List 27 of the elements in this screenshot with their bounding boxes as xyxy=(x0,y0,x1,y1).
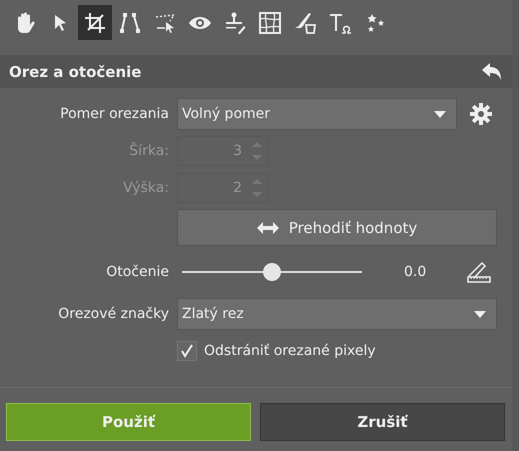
settings-icon[interactable] xyxy=(470,103,492,125)
line-pins-icon xyxy=(118,10,142,34)
checkbox-label: Odstrániť orezané pixely xyxy=(204,343,376,359)
swap-button[interactable]: Prehodiť hodnoty xyxy=(177,209,497,246)
ruler-icon[interactable] xyxy=(467,261,491,283)
dropdown[interactable]: Zlatý rez xyxy=(177,298,497,330)
crop-icon xyxy=(83,10,107,34)
tool-button[interactable] xyxy=(78,5,112,40)
panel-title: Orez a otočenie xyxy=(9,62,142,80)
brush-bucket-icon xyxy=(293,10,317,34)
stamp-icon xyxy=(223,10,247,34)
cancel-button[interactable]: Zrušiť xyxy=(260,403,505,441)
field-label: Orezové značky xyxy=(57,306,170,322)
dropdown-arrow-icon xyxy=(434,110,446,118)
field-label: Výška: xyxy=(122,180,170,196)
field-label: Šírka: xyxy=(128,143,170,159)
slider-value: 0.0 xyxy=(404,264,428,280)
checkbox[interactable] xyxy=(177,341,197,361)
undo-icon[interactable] xyxy=(482,62,502,80)
field-label: Otočenie xyxy=(105,264,170,280)
swap-arrows-icon xyxy=(256,222,279,234)
field-label: Pomer orezania xyxy=(59,106,170,122)
dropdown-arrow-icon xyxy=(474,310,486,318)
grid-icon xyxy=(258,10,282,34)
slider-thumb[interactable] xyxy=(263,263,281,281)
apply-button[interactable]: Použiť xyxy=(6,403,251,441)
dropdown[interactable]: Volný pomer xyxy=(177,98,457,130)
